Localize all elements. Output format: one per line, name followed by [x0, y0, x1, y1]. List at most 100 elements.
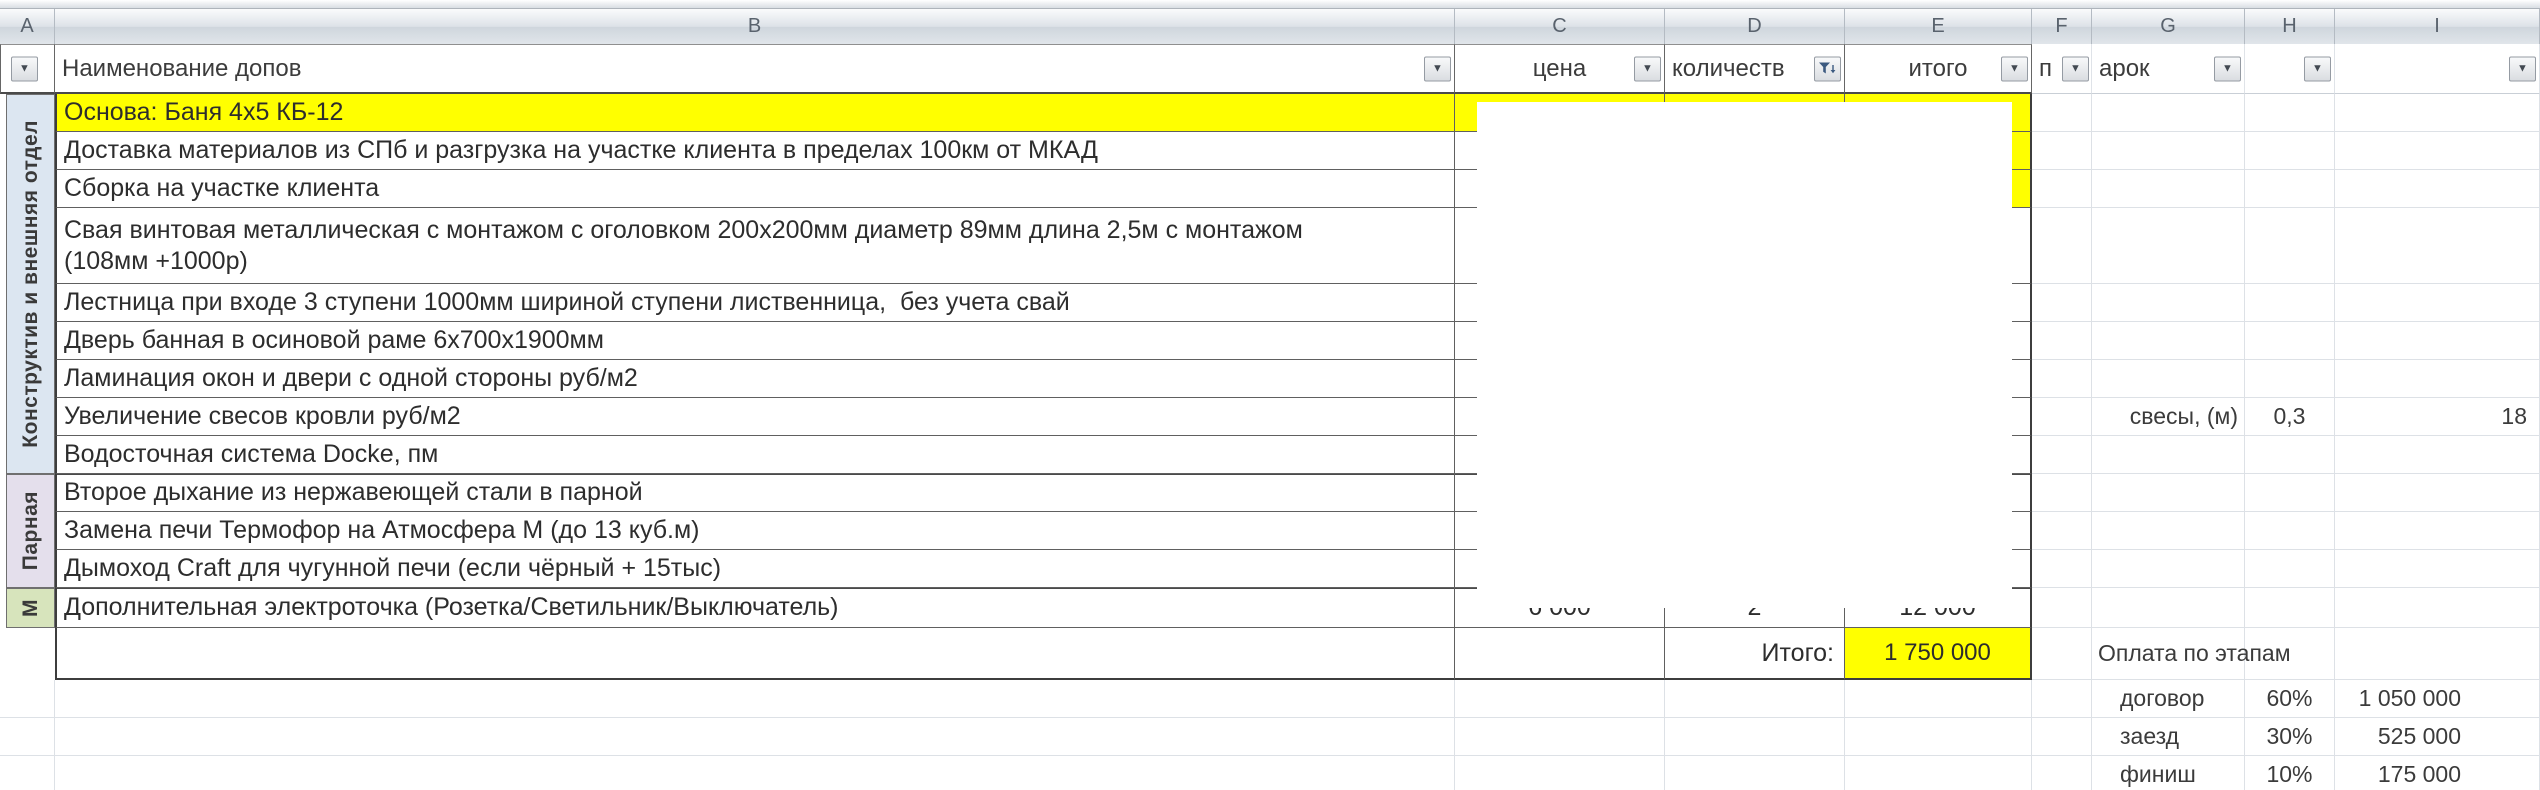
filter-cell-name[interactable]: Наименование допов ▼ [55, 44, 1455, 94]
column-header-i[interactable]: I [2335, 9, 2540, 44]
cell-g[interactable] [2092, 436, 2245, 474]
section-m[interactable]: М [6, 588, 55, 628]
cell-f[interactable] [2032, 756, 2092, 790]
cell-h[interactable] [2245, 360, 2335, 398]
cell-i[interactable] [2335, 360, 2540, 398]
cell-item-name[interactable]: Водосточная система Docke, пм [55, 436, 1455, 474]
cell-d[interactable] [1665, 680, 1845, 718]
cell-g[interactable] [2092, 588, 2245, 628]
column-header-b[interactable]: B [55, 9, 1455, 44]
cell-i[interactable] [2335, 588, 2540, 628]
stage-name-cell[interactable]: договор [2092, 680, 2245, 718]
cell-svesy-label[interactable]: свесы, (м) [2092, 398, 2245, 436]
cell-h[interactable] [2245, 512, 2335, 550]
cell-h[interactable] [2245, 94, 2335, 132]
cell-item-name[interactable]: Свая винтовая металлическая с монтажом с… [55, 208, 1455, 284]
cell-f[interactable] [2032, 360, 2092, 398]
cell-f[interactable] [2032, 550, 2092, 588]
cell-g[interactable] [2092, 132, 2245, 170]
cell-f[interactable] [2032, 474, 2092, 512]
section-parnaya[interactable]: Парная [6, 474, 55, 588]
stage-name-cell[interactable]: финиш [2092, 756, 2245, 790]
cell-f[interactable] [2032, 680, 2092, 718]
cell-e[interactable] [1845, 680, 2032, 718]
filter-cell-a[interactable]: ▼ [0, 44, 55, 94]
cell-item-name[interactable]: Дверь банная в осиновой раме 6х700х1900м… [55, 322, 1455, 360]
cell-g[interactable] [2092, 512, 2245, 550]
cell-f[interactable] [2032, 94, 2092, 132]
filter-dropdown-g[interactable]: ▼ [2214, 56, 2241, 81]
filter-cell-h[interactable]: ▼ [2245, 44, 2335, 94]
cell-i[interactable] [2335, 170, 2540, 208]
cell-i[interactable] [2335, 208, 2540, 284]
cell-a[interactable] [0, 680, 55, 718]
cell-c[interactable] [1455, 680, 1665, 718]
filter-cell-gift-right[interactable]: арок ▼ [2092, 44, 2245, 94]
cell-h[interactable] [2245, 170, 2335, 208]
filter-dropdown-gift[interactable]: ▼ [2062, 56, 2089, 81]
cell-b[interactable] [55, 756, 1455, 790]
filter-cell-i[interactable]: ▼ [2335, 44, 2540, 94]
cell-e[interactable] [1845, 756, 2032, 790]
cell-i[interactable] [2335, 628, 2540, 680]
column-header-d[interactable]: D [1665, 9, 1845, 44]
stage-name-cell[interactable]: заезд [2092, 718, 2245, 756]
filter-cell-gift-left[interactable]: п ▼ [2032, 44, 2092, 94]
cell-g[interactable] [2092, 170, 2245, 208]
cell-item-name[interactable]: Увеличение свесов кровли руб/м2 [55, 398, 1455, 436]
cell-d[interactable] [1665, 718, 1845, 756]
cell-a[interactable] [0, 756, 55, 790]
cell-f[interactable] [2032, 132, 2092, 170]
filter-dropdown-a[interactable]: ▼ [11, 56, 38, 81]
cell-i[interactable] [2335, 550, 2540, 588]
cell-h[interactable] [2245, 474, 2335, 512]
cell-h[interactable] [2245, 436, 2335, 474]
cell-h[interactable] [2245, 208, 2335, 284]
filter-dropdown-h[interactable]: ▼ [2304, 56, 2331, 81]
filter-dropdown-i[interactable]: ▼ [2509, 56, 2536, 81]
column-header-e[interactable]: E [1845, 9, 2032, 44]
cell-g[interactable] [2092, 474, 2245, 512]
cell-g[interactable] [2092, 284, 2245, 322]
cell-g[interactable] [2092, 208, 2245, 284]
cell-svesy-value[interactable]: 0,3 [2245, 398, 2335, 436]
cell-item-name[interactable]: Доставка материалов из СПб и разгрузка н… [55, 132, 1455, 170]
cell-i[interactable] [2335, 132, 2540, 170]
stage-percent-cell[interactable]: 60% [2245, 680, 2335, 718]
cell-g[interactable] [2092, 322, 2245, 360]
cell-c[interactable] [1455, 718, 1665, 756]
filter-cell-qty[interactable]: количеств [1665, 44, 1845, 94]
column-header-f[interactable]: F [2032, 9, 2092, 44]
cell-f[interactable] [2032, 170, 2092, 208]
filter-dropdown-name[interactable]: ▼ [1424, 56, 1451, 81]
cell-f[interactable] [2032, 284, 2092, 322]
cell-d[interactable] [1665, 756, 1845, 790]
cell-f[interactable] [2032, 588, 2092, 628]
filter-dropdown-price[interactable]: ▼ [1634, 56, 1661, 81]
cell-f[interactable] [2032, 322, 2092, 360]
cell-e[interactable] [1845, 718, 2032, 756]
cell-i[interactable] [2335, 322, 2540, 360]
total-label-cell[interactable]: Итого: [1665, 628, 1845, 680]
cell-item-name[interactable]: Замена печи Термофор на Атмосфера М (до … [55, 512, 1455, 550]
stage-percent-cell[interactable]: 30% [2245, 718, 2335, 756]
cell-f[interactable] [2032, 512, 2092, 550]
cell-item-name[interactable]: Второе дыхание из нержавеющей стали в па… [55, 474, 1455, 512]
column-header-g[interactable]: G [2092, 9, 2245, 44]
column-header-h[interactable]: H [2245, 9, 2335, 44]
cell-item-name[interactable]: Ламинация окон и двери с одной стороны р… [55, 360, 1455, 398]
cell-h[interactable] [2245, 550, 2335, 588]
cell-i[interactable] [2335, 284, 2540, 322]
cell-item-name[interactable]: Лестница при входе 3 ступени 1000мм шири… [55, 284, 1455, 322]
stage-amount-cell[interactable]: 1 050 000 [2335, 680, 2540, 718]
cell-b[interactable] [55, 680, 1455, 718]
cell-h[interactable] [2245, 132, 2335, 170]
filter-dropdown-total[interactable]: ▼ [2001, 56, 2028, 81]
cell-item-name[interactable]: Дополнительная электроточка (Розетка/Све… [55, 588, 1455, 628]
cell-f[interactable] [2032, 436, 2092, 474]
cell-c[interactable] [1455, 756, 1665, 790]
cell-b[interactable] [55, 718, 1455, 756]
cell-i[interactable] [2335, 512, 2540, 550]
cell-i[interactable] [2335, 474, 2540, 512]
cell-empty[interactable] [55, 628, 1455, 680]
